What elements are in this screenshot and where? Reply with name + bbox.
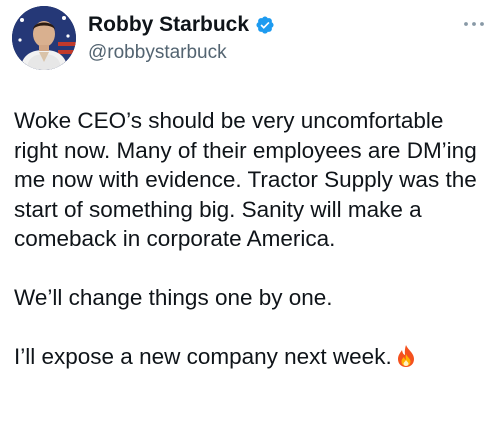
tweet-card: Robby Starbuck @robbystarbuck Woke CEO’s… bbox=[0, 0, 500, 440]
tweet-paragraph-last: I’ll expose a new company next week. bbox=[14, 342, 490, 372]
tweet-paragraph-text: I’ll expose a new company next week. bbox=[14, 344, 392, 369]
avatar[interactable] bbox=[12, 6, 76, 70]
fire-icon bbox=[396, 344, 416, 368]
more-dots-icon[interactable] bbox=[460, 14, 488, 34]
author-display-name[interactable]: Robby Starbuck bbox=[88, 13, 249, 37]
tweet-header: Robby Starbuck @robbystarbuck bbox=[12, 6, 488, 74]
tweet-paragraph: Woke CEO’s should be very uncomfortable … bbox=[14, 108, 477, 251]
author-handle[interactable]: @robbystarbuck bbox=[88, 42, 275, 64]
display-name-row: Robby Starbuck bbox=[88, 12, 275, 38]
author-info: Robby Starbuck @robbystarbuck bbox=[88, 12, 275, 64]
verified-badge-icon[interactable] bbox=[255, 15, 275, 35]
tweet-paragraph: We’ll change things one by one. bbox=[14, 285, 333, 310]
avatar-image bbox=[12, 6, 76, 70]
tweet-text: Woke CEO’s should be very uncomfortable … bbox=[14, 106, 490, 372]
